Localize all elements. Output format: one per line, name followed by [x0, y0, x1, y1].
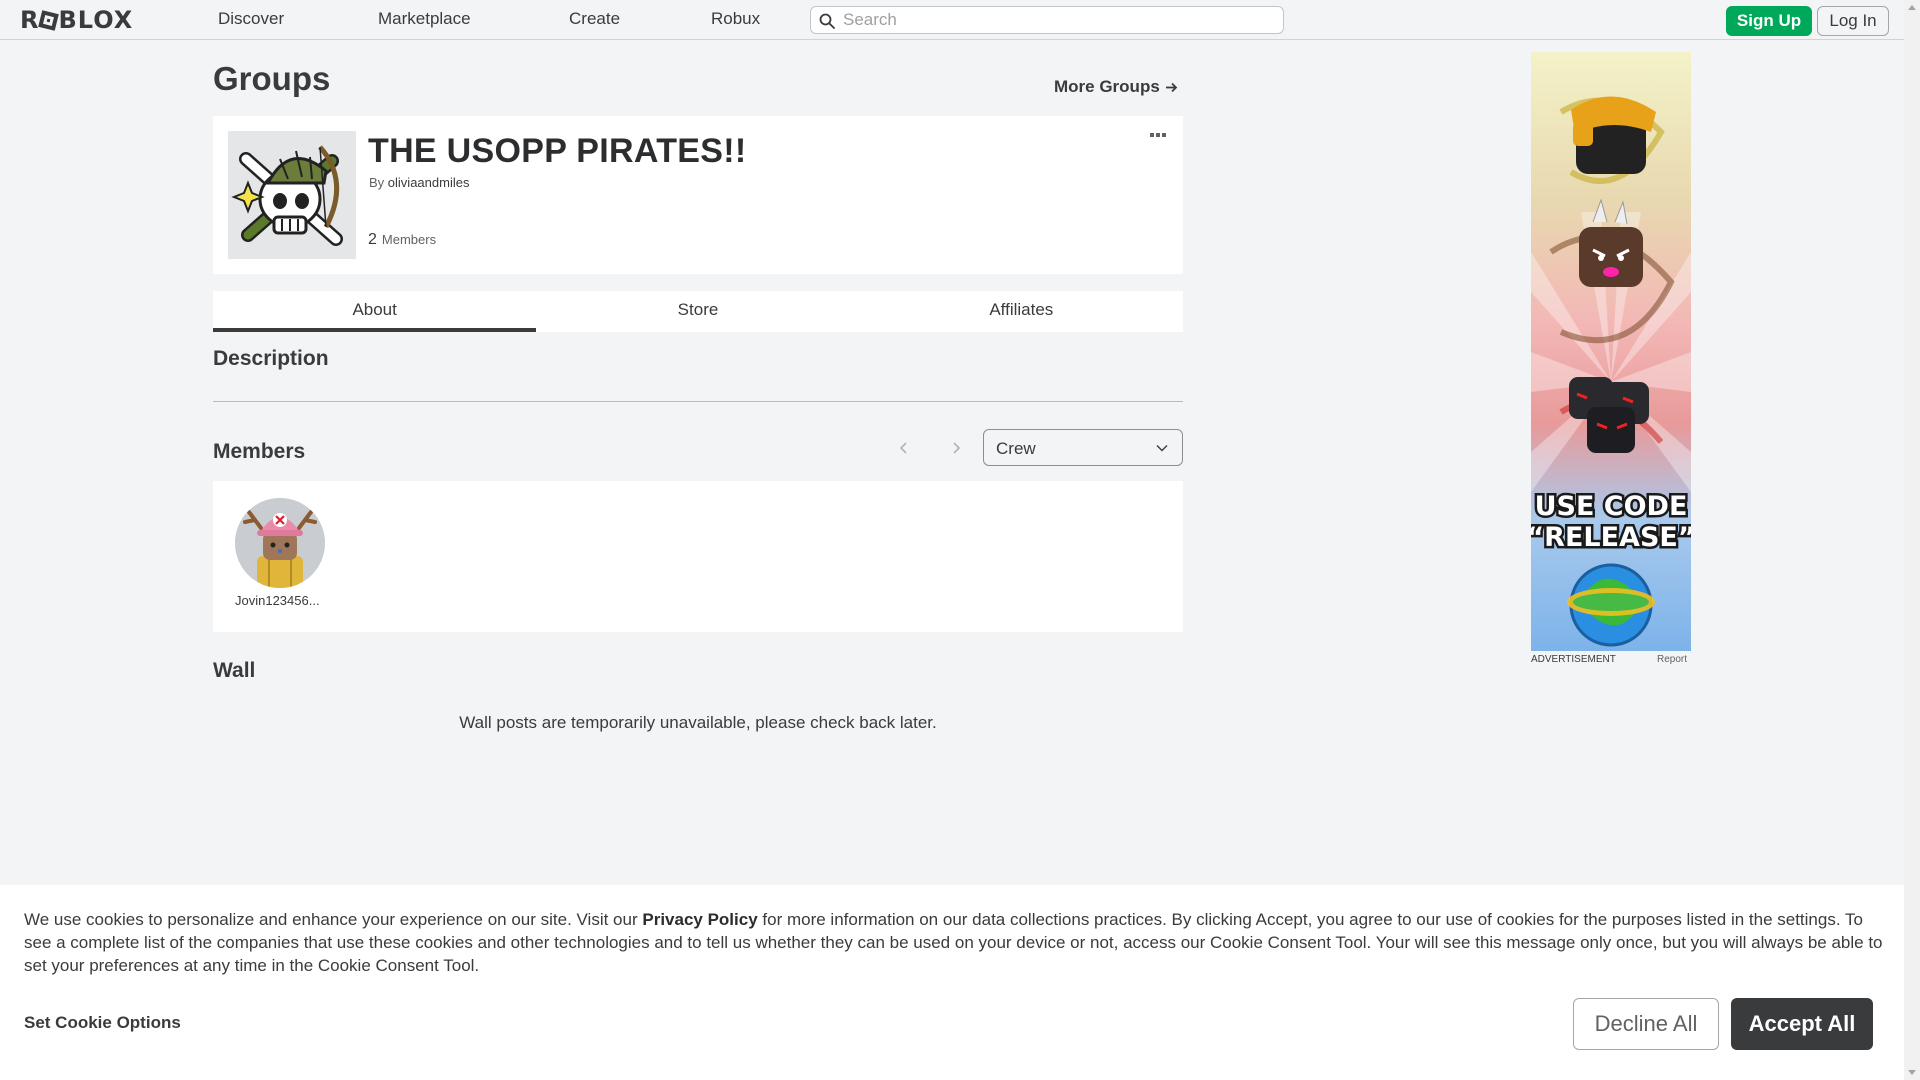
group-header-card: THE USOPP PIRATES!! By oliviaandmiles 2 … [213, 116, 1183, 274]
scroll-up-arrow-icon[interactable] [1908, 5, 1916, 10]
description-divider [213, 401, 1183, 402]
nav-discover-link[interactable]: Discover [218, 9, 284, 29]
top-navigation-bar: R BLOX Discover Marketplace Create Robux … [0, 0, 1904, 40]
cookie-message-start: We use cookies to personalize and enhanc… [24, 910, 643, 929]
chevron-down-icon [1156, 445, 1168, 452]
logo-o-icon [38, 9, 60, 31]
cookie-consent-banner: We use cookies to personalize and enhanc… [0, 885, 1904, 1080]
by-label: By [369, 175, 385, 190]
log-in-button[interactable]: Log In [1817, 6, 1889, 36]
search-icon [819, 13, 835, 29]
scroll-down-arrow-icon[interactable] [1908, 1070, 1916, 1075]
nav-marketplace-link[interactable]: Marketplace [378, 9, 471, 29]
role-dropdown[interactable]: Crew [983, 429, 1183, 466]
chevron-left-icon [899, 442, 907, 454]
arrow-right-icon [1165, 82, 1178, 92]
group-emblem [228, 131, 356, 259]
set-cookie-options-link[interactable]: Set Cookie Options [24, 1013, 181, 1033]
search-box[interactable] [810, 6, 1284, 34]
more-groups-label: More Groups [1054, 77, 1160, 96]
owner-link[interactable]: oliviaandmiles [388, 175, 470, 190]
members-title: Members [213, 440, 306, 463]
chevron-right-icon [953, 442, 961, 454]
accept-all-button[interactable]: Accept All [1731, 998, 1873, 1050]
next-page-button[interactable] [942, 434, 970, 462]
more-groups-link[interactable]: More Groups [1054, 77, 1178, 97]
nav-create-link[interactable]: Create [569, 9, 620, 29]
search-input[interactable] [843, 9, 1273, 31]
wall-title: Wall [213, 659, 256, 682]
page-scrollbar[interactable] [1904, 0, 1920, 1080]
more-options-icon[interactable] [1150, 130, 1174, 140]
tab-store[interactable]: Store [536, 291, 859, 332]
advertisement-banner[interactable]: USE CODE “RELEASE” [1531, 52, 1691, 651]
member-count-label: Members [381, 232, 437, 247]
role-dropdown-value: Crew [996, 439, 1036, 458]
nav-robux-link[interactable]: Robux [711, 9, 760, 29]
group-name: THE USOPP PIRATES!! [368, 132, 747, 170]
previous-page-button[interactable] [890, 434, 918, 462]
member-count: 2 Members [368, 231, 436, 249]
ad-report-link[interactable]: Report [1657, 654, 1687, 665]
member-name: Jovin123456... [235, 593, 320, 608]
sign-up-button[interactable]: Sign Up [1726, 6, 1812, 36]
privacy-policy-link[interactable]: Privacy Policy [642, 910, 757, 929]
tab-affiliates[interactable]: Affiliates [860, 291, 1183, 332]
description-title: Description [213, 347, 329, 370]
tab-about[interactable]: About [213, 291, 537, 332]
cookie-message: We use cookies to personalize and enhanc… [24, 908, 1884, 977]
roblox-logo[interactable]: R BLOX [20, 6, 133, 34]
page-title: Groups [213, 60, 331, 97]
ad-code-line-2: “RELEASE” [1531, 522, 1691, 553]
group-owner-line: By oliviaandmiles [369, 175, 469, 190]
group-tabs: About Store Affiliates [213, 291, 1183, 332]
ad-code-line-1: USE CODE [1535, 491, 1688, 522]
avatar [235, 498, 325, 588]
member-count-number: 2 [368, 231, 377, 248]
wall-unavailable-message: Wall posts are temporarily unavailable, … [459, 713, 937, 732]
advertisement-label: ADVERTISEMENT [1531, 654, 1616, 665]
decline-all-button[interactable]: Decline All [1573, 998, 1719, 1050]
members-panel: Jovin123456... [213, 481, 1183, 632]
member-card[interactable]: Jovin123456... [235, 498, 325, 608]
